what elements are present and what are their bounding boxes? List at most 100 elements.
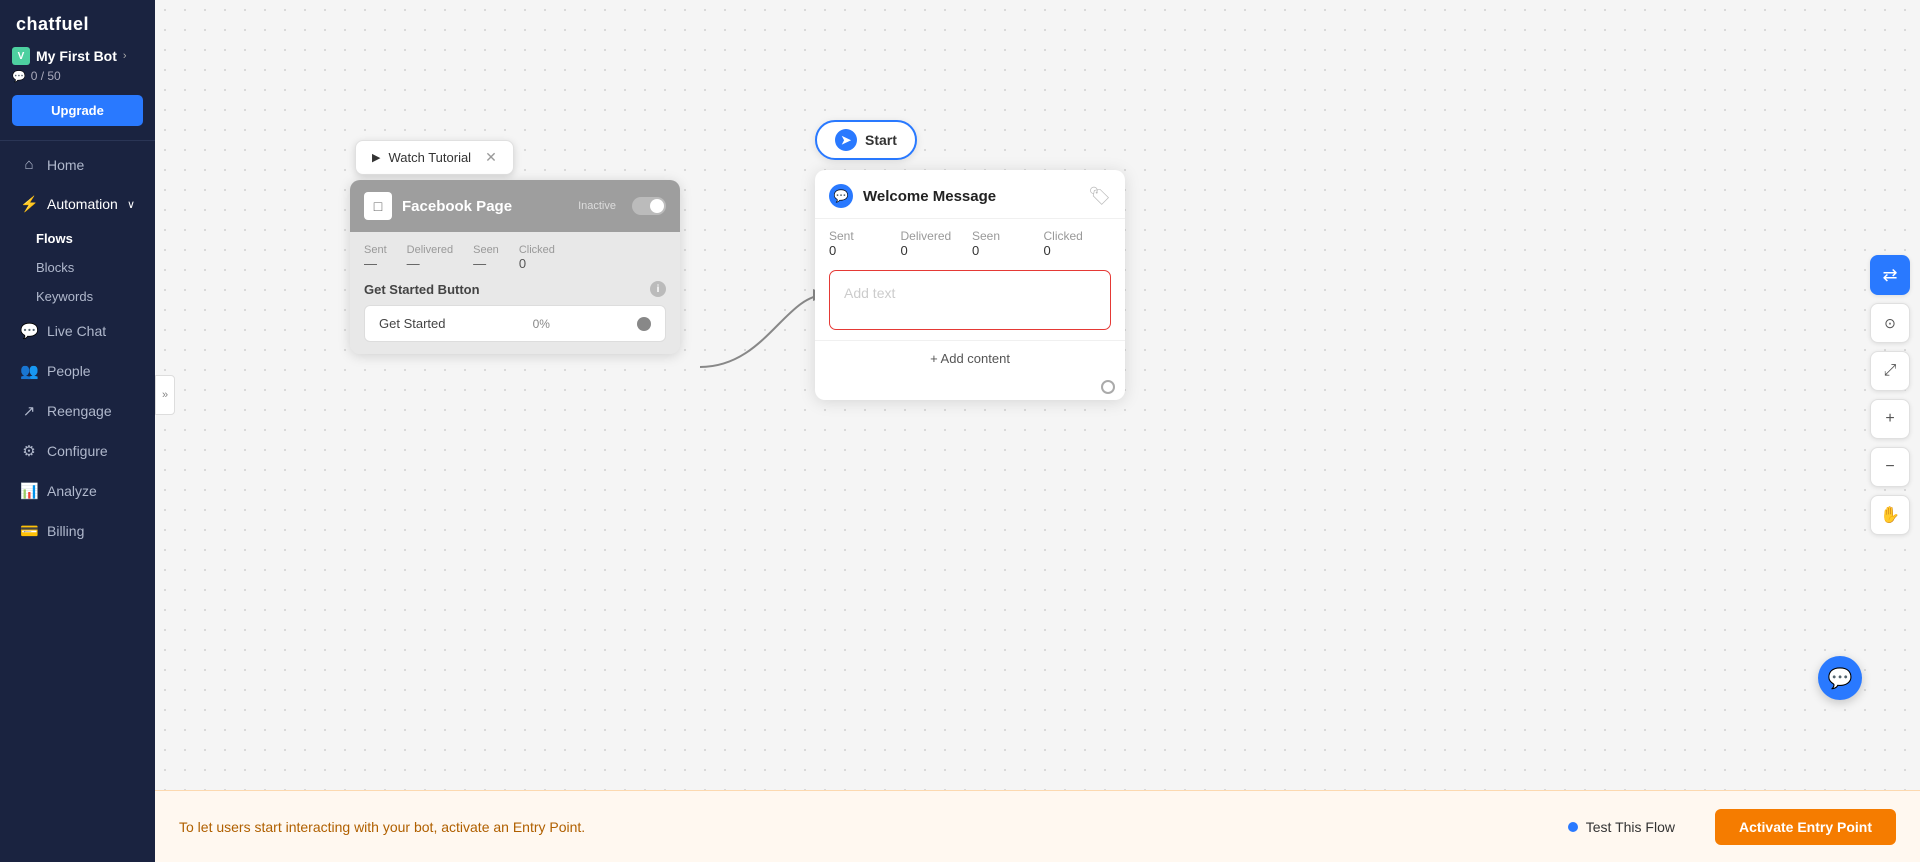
sidebar: chatfuel V My First Bot › 💬 0 / 50 Upgra… <box>0 0 155 862</box>
plus-icon: + <box>1885 410 1894 428</box>
info-icon[interactable]: i <box>650 281 666 297</box>
inactive-label: Inactive <box>578 200 616 212</box>
sidebar-item-billing[interactable]: 💳 Billing <box>6 512 149 550</box>
wn-delivered-val: 0 <box>901 243 969 258</box>
zoom-out-button[interactable]: − <box>1870 447 1910 487</box>
sidebar-item-blocks[interactable]: Blocks <box>6 254 149 281</box>
welcome-node-footer <box>815 376 1125 400</box>
collapse-sidebar-button[interactable]: » <box>155 375 175 415</box>
node-output-connector[interactable] <box>637 317 651 331</box>
fb-node-body: Sent — Delivered — Seen — Clicked 0 <box>350 232 680 354</box>
quota-display: 💬 0 / 50 <box>0 67 155 91</box>
livechat-icon: 💬 <box>20 322 38 340</box>
wn-stat-clicked: Clicked 0 <box>1044 229 1112 258</box>
wn-sent-label: Sent <box>829 229 897 243</box>
bottom-bar: To let users start interacting with your… <box>155 790 1920 862</box>
welcome-text-input[interactable]: Add text <box>829 270 1111 330</box>
sidebar-item-automation[interactable]: ⚡ Automation ∨ <box>6 185 149 223</box>
sidebar-item-configure[interactable]: ⚙ Configure <box>6 432 149 470</box>
start-label: Start <box>865 132 897 148</box>
zoom-in-button[interactable]: + <box>1870 399 1910 439</box>
welcome-message-node: 💬 Welcome Message 🏷 Sent 0 Delivered 0 S… <box>815 170 1125 400</box>
node-view-button[interactable]: ⊙ <box>1870 303 1910 343</box>
test-dot-icon <box>1568 822 1578 832</box>
people-icon: 👥 <box>20 362 38 380</box>
tag-icon[interactable]: 🏷 <box>1088 186 1111 207</box>
flow-view-button[interactable]: ⇄ <box>1870 255 1910 295</box>
close-tutorial-button[interactable]: ✕ <box>485 149 497 166</box>
configure-icon: ⚙ <box>20 442 38 460</box>
hand-tool-button[interactable]: ✋ <box>1870 495 1910 535</box>
quota-value: 0 / 50 <box>31 69 61 83</box>
flows-label: Flows <box>36 231 73 246</box>
test-flow-label: Test This Flow <box>1586 819 1675 835</box>
sidebar-item-home[interactable]: ⌂ Home <box>6 146 149 183</box>
wn-clicked-label: Clicked <box>1044 229 1112 243</box>
fb-stat-clicked: Clicked 0 <box>519 244 555 271</box>
fb-stat-delivered: Delivered — <box>407 244 453 271</box>
chat-support-bubble[interactable]: 💬 <box>1818 656 1862 700</box>
sidebar-divider <box>0 140 155 141</box>
test-flow-button[interactable]: Test This Flow <box>1568 819 1675 835</box>
blocks-label: Blocks <box>36 260 74 275</box>
inactive-toggle[interactable] <box>632 197 666 215</box>
sidebar-item-label: Automation <box>47 196 118 212</box>
keywords-label: Keywords <box>36 289 93 304</box>
fb-node-title: Facebook Page <box>402 198 568 215</box>
fb-stats-row: Sent — Delivered — Seen — Clicked 0 <box>364 244 666 271</box>
wn-seen-label: Seen <box>972 229 1040 243</box>
get-started-label: Get Started <box>379 316 445 331</box>
play-icon: ▶ <box>372 151 380 164</box>
activate-entry-point-button[interactable]: Activate Entry Point <box>1715 809 1896 845</box>
add-text-placeholder: Add text <box>844 285 895 301</box>
sidebar-item-reengage[interactable]: ↗ Reengage <box>6 392 149 430</box>
start-circle: ➤ <box>835 129 857 151</box>
fb-node-header: □ Facebook Page Inactive <box>350 180 680 232</box>
sidebar-item-label: Billing <box>47 523 84 539</box>
entry-point-notice: To let users start interacting with your… <box>179 819 1548 835</box>
bot-expand-icon: › <box>123 50 127 62</box>
sidebar-item-label: Analyze <box>47 483 97 499</box>
sidebar-item-label: Live Chat <box>47 323 106 339</box>
start-arrow-icon: ➤ <box>841 133 851 147</box>
sidebar-item-flows[interactable]: Flows <box>6 225 149 252</box>
sidebar-item-livechat[interactable]: 💬 Live Chat <box>6 312 149 350</box>
bot-name-row[interactable]: V My First Bot › <box>0 43 155 67</box>
canvas[interactable]: » ▶ Watch Tutorial ✕ □ Facebook Page Ina… <box>155 0 1920 790</box>
sidebar-item-label: Configure <box>47 443 108 459</box>
node-view-icon: ⊙ <box>1884 315 1896 332</box>
billing-icon: 💳 <box>20 522 38 540</box>
upgrade-button[interactable]: Upgrade <box>12 95 143 126</box>
chat-bubble-icon: 💬 <box>1828 666 1853 691</box>
home-icon: ⌂ <box>20 156 38 173</box>
bot-icon: V <box>12 47 30 65</box>
watch-tutorial-card[interactable]: ▶ Watch Tutorial ✕ <box>355 140 514 175</box>
expand-icon: ⤢ <box>1884 362 1897 380</box>
flow-view-icon: ⇄ <box>1882 265 1897 286</box>
welcome-node-title: Welcome Message <box>863 188 1078 205</box>
messenger-icon: 💬 <box>829 184 853 208</box>
wn-stat-seen: Seen 0 <box>972 229 1040 258</box>
sidebar-item-label: People <box>47 363 91 379</box>
sidebar-item-keywords[interactable]: Keywords <box>6 283 149 310</box>
node-bottom-connector <box>1101 380 1115 394</box>
hand-icon: ✋ <box>1880 505 1900 525</box>
reengage-icon: ↗ <box>20 402 38 420</box>
sidebar-item-analyze[interactable]: 📊 Analyze <box>6 472 149 510</box>
fb-stat-sent: Sent — <box>364 244 387 271</box>
welcome-node-header: 💬 Welcome Message 🏷 <box>815 170 1125 219</box>
expand-button[interactable]: ⤢ <box>1870 351 1910 391</box>
sidebar-item-people[interactable]: 👥 People <box>6 352 149 390</box>
wn-clicked-val: 0 <box>1044 243 1112 258</box>
quota-icon: 💬 <box>12 70 26 83</box>
add-content-button[interactable]: + Add content <box>815 340 1125 376</box>
facebook-icon: □ <box>364 192 392 220</box>
facebook-page-node: □ Facebook Page Inactive Sent — Delivere… <box>350 180 680 354</box>
get-started-button[interactable]: Get Started 0% <box>364 305 666 342</box>
wn-delivered-label: Delivered <box>901 229 969 243</box>
wn-stat-sent: Sent 0 <box>829 229 897 258</box>
wn-seen-val: 0 <box>972 243 1040 258</box>
fb-section-title: Get Started Button i <box>364 281 666 297</box>
start-node: ➤ Start <box>815 120 917 160</box>
get-started-pct: 0% <box>533 317 550 331</box>
